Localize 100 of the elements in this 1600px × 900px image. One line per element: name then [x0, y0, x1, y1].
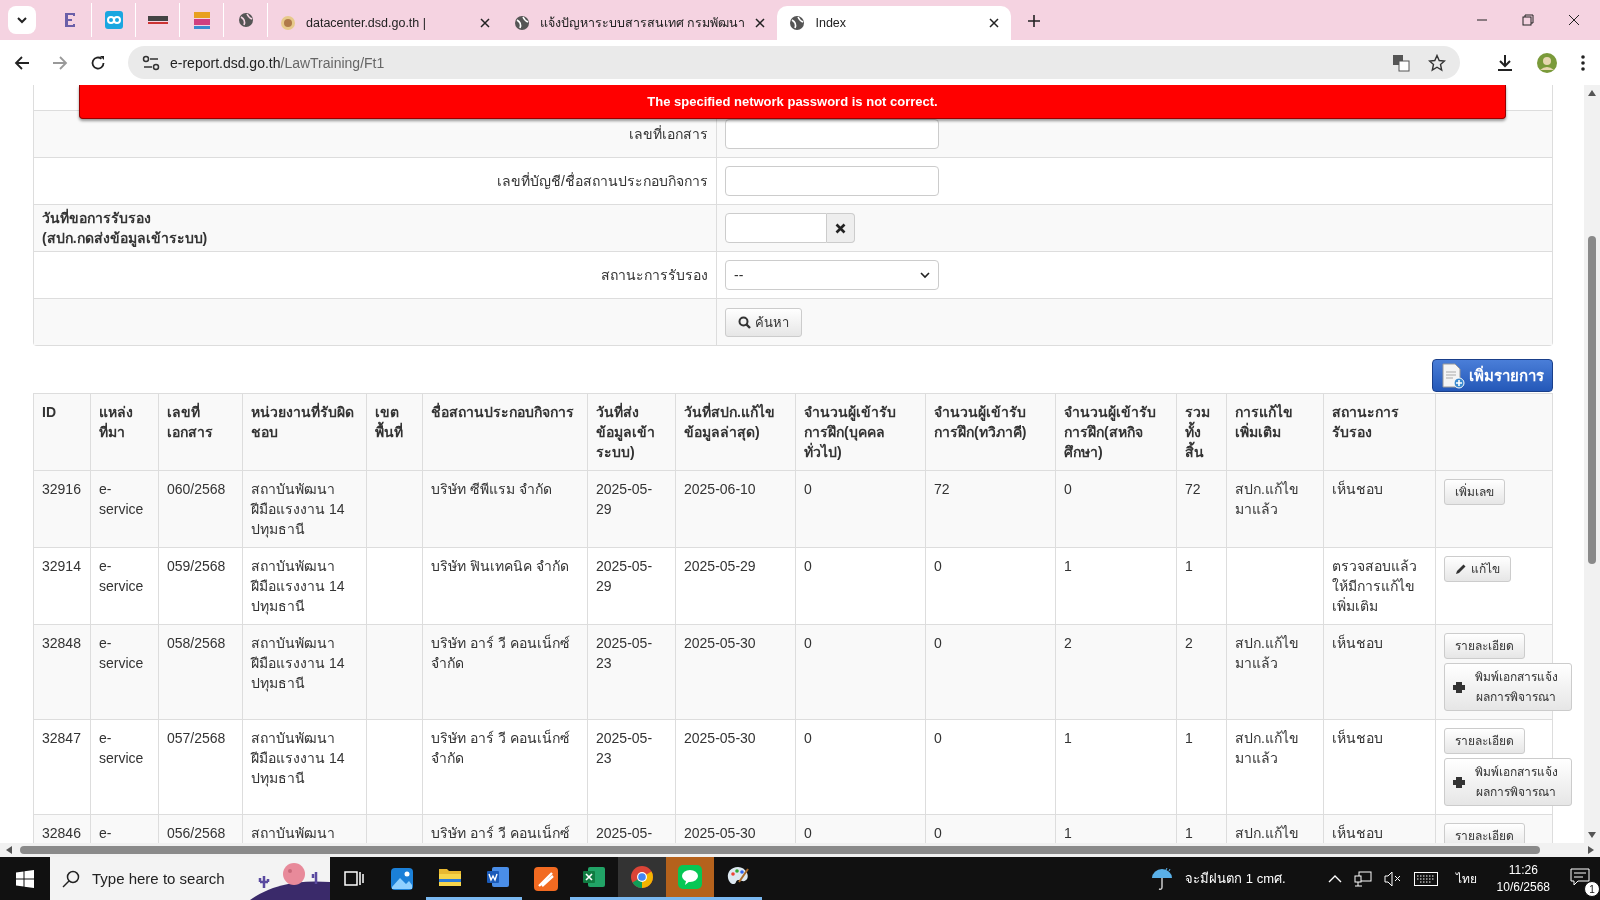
download-icon[interactable] [1496, 53, 1514, 72]
umbrella-icon[interactable] [1151, 866, 1174, 891]
search-icon [62, 869, 80, 888]
input-field[interactable] [725, 166, 939, 196]
table-cell: เห็นชอบ [1332, 635, 1383, 651]
scroll-down-icon[interactable] [1588, 832, 1596, 838]
table-cell: 0 [804, 635, 812, 651]
clock-date[interactable]: 10/6/2568 [1496, 880, 1550, 894]
print-button[interactable]: พิมพ์เอกสารแจ้งผลการพิจารณา [1444, 663, 1572, 711]
table-cell: 2 [1064, 635, 1072, 651]
table-cell: สถาบันพัฒนาฝีมือแรงงาน 14 ปทุมธานี [251, 558, 345, 614]
clock-time[interactable]: 11:26 [1508, 863, 1538, 877]
notification-badge: 1 [1584, 881, 1600, 897]
input-field[interactable] [725, 119, 939, 149]
weather-text[interactable]: จะมีฝนตก 1 cmศ. [1185, 868, 1286, 889]
browser-tab[interactable]: datacenter.dsd.go.th | [268, 6, 502, 40]
row-button[interactable]: รายละเอียด [1444, 728, 1525, 754]
restore-icon[interactable] [1522, 14, 1534, 26]
scrollbar-thumb[interactable] [20, 846, 1540, 854]
table-cell: สปก.แก้ไข [1235, 825, 1299, 841]
close-icon[interactable] [989, 18, 1000, 28]
tab-title: Index [815, 16, 848, 30]
close-icon[interactable] [1568, 14, 1580, 26]
row-button[interactable]: เพิ่มเลข [1444, 479, 1505, 505]
avatar-icon[interactable] [1536, 51, 1558, 74]
field-label: วันที่ขอการรับรอง (สปก.กดส่งข้อมูลเข้าระบบ) [42, 208, 208, 248]
table-cell: สปก.แก้ไขมาแล้ว [1235, 635, 1299, 671]
date-field[interactable] [725, 213, 827, 243]
language-indicator[interactable]: ไทย [1455, 869, 1477, 888]
column-header: จำนวนผู้เข้ารับการฝึก(บุคคลทั่วไป) [795, 393, 926, 471]
muted-speaker-icon[interactable] [1383, 870, 1402, 887]
menu-icon[interactable] [1580, 53, 1586, 72]
site-settings-icon[interactable] [142, 54, 160, 71]
tab-search-button[interactable] [8, 6, 36, 34]
taskbar-search-field[interactable]: Type here to search [50, 857, 330, 900]
reload-icon[interactable] [90, 54, 106, 71]
photos-icon [390, 866, 414, 891]
search-placeholder: Type here to search [92, 870, 225, 887]
add-item-button[interactable]: เพิ่มรายการ [1432, 359, 1553, 392]
back-icon[interactable] [14, 54, 30, 71]
notification-icon[interactable] [1570, 868, 1590, 886]
scroll-left-icon[interactable] [6, 846, 12, 854]
print-button[interactable]: พิมพ์เอกสารแจ้งผลการพิจารณา [1444, 758, 1572, 806]
chevron-up-icon[interactable] [1327, 873, 1342, 884]
table-cell: 2025-05-29 [684, 558, 756, 574]
browser-tab[interactable]: แจ้งปัญหาระบบสารสนเทศ กรมพัฒนา [502, 6, 778, 40]
table-cell: เห็นชอบ [1332, 481, 1383, 497]
horizontal-scrollbar[interactable] [0, 843, 1600, 857]
seal-icon [280, 15, 296, 31]
scrollbar-thumb[interactable] [1588, 236, 1596, 564]
table-cell: 72 [934, 481, 950, 497]
table-cell: 32914 [42, 558, 81, 574]
close-icon [835, 222, 846, 234]
new-tab-icon[interactable] [1027, 14, 1042, 28]
table-cell: 2025-05- [596, 825, 653, 841]
column-header: ID [33, 393, 91, 471]
row-button[interactable]: รายละเอียด [1444, 633, 1525, 659]
edit-button[interactable]: แก้ไข [1444, 556, 1511, 582]
close-icon[interactable] [755, 18, 766, 28]
column-header: สถานะการรับรอง [1323, 393, 1436, 471]
folder-icon [438, 866, 462, 888]
column-header: การแก้ไขเพิ่มเติม [1226, 393, 1324, 471]
field-label: สถานะการรับรอง [601, 266, 708, 285]
column-header: วันที่ส่งข้อมูลเข้าระบบ) [587, 393, 676, 471]
table-cell: บริษัท อาร์ วี คอนเน็กซ์ จำกัด [431, 730, 570, 766]
forward-icon[interactable] [52, 54, 68, 71]
table-cell: e-service [99, 558, 144, 594]
bookmark-star-icon[interactable] [1428, 53, 1446, 72]
table-cell: 2025-05-29 [596, 558, 653, 594]
keyboard-icon[interactable] [1413, 871, 1438, 886]
vertical-scrollbar[interactable] [1584, 85, 1600, 843]
table-cell: 0 [934, 825, 942, 841]
address-bar[interactable]: e-report.dsd.go.th/LawTraining/Ft1 [128, 46, 1460, 79]
scroll-up-icon[interactable] [1588, 90, 1596, 96]
globe-icon [514, 15, 530, 31]
taskbar-app[interactable] [618, 857, 666, 900]
table-cell: สถาบันพัฒนา [251, 825, 335, 841]
browser-tab[interactable]: Index [777, 6, 1012, 40]
table-cell: 2025-05-23 [596, 730, 653, 766]
chat-app-icon [678, 865, 702, 889]
status-select[interactable]: -- [725, 260, 939, 290]
row-button[interactable]: รายละเอียด [1444, 823, 1525, 843]
table-cell: 32846 [42, 825, 81, 841]
spreadsheet-icon [582, 866, 606, 888]
network-icon[interactable] [1353, 870, 1372, 887]
loop-logo-icon [104, 11, 123, 29]
windows-start-icon[interactable] [16, 869, 34, 888]
table-cell: 32848 [42, 635, 81, 651]
pen-app-icon [534, 866, 558, 891]
scroll-right-icon[interactable] [1588, 846, 1594, 854]
table-cell: 0 [804, 730, 812, 746]
globe-icon [237, 12, 254, 28]
error-alert: The specified network password is not correct. [79, 85, 1506, 119]
column-header: รวมทั้งสิ้น [1176, 393, 1227, 471]
pencil-icon [1455, 563, 1467, 575]
translate-icon[interactable] [1392, 53, 1410, 72]
column-header: เขตพื้นที่ [366, 393, 423, 471]
clear-button[interactable] [827, 213, 855, 243]
search-button[interactable]: ค้นหา [725, 307, 802, 337]
close-icon[interactable] [480, 18, 490, 28]
